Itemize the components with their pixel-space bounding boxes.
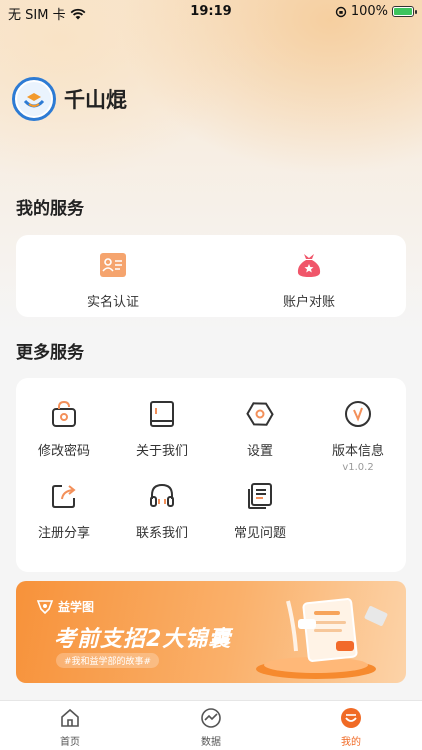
battery-percent: 100% — [350, 4, 388, 19]
document-list-icon — [248, 483, 272, 509]
service-label: 常见问题 — [233, 526, 286, 541]
service-version-info[interactable]: 版本信息 v1.0.2 — [298, 400, 418, 473]
service-label: 账户对账 — [282, 295, 335, 310]
tab-label: 我的 — [341, 737, 361, 748]
brand-logo-icon — [36, 600, 54, 615]
banner-brand: 益学图 — [58, 600, 95, 614]
service-account-reconcile[interactable]: 账户对账 — [249, 251, 369, 310]
service-label: 实名认证 — [86, 295, 139, 310]
version-number: v1.0.2 — [342, 462, 374, 473]
profile-smile-icon — [341, 708, 361, 728]
id-card-icon — [100, 253, 126, 277]
headset-icon — [150, 483, 174, 507]
more-services-title: 更多服务 — [16, 343, 84, 363]
banner-title: 考前支招2大锦囊 — [54, 627, 232, 652]
user-name: 千山焜 — [64, 88, 127, 112]
tab-mine[interactable]: 我的 — [311, 707, 391, 748]
tab-label: 首页 — [60, 737, 80, 748]
more-services-card: 修改密码 关于我们 设置 版本信息 v1.0.2 注册分享 联系我们 常见问题 — [16, 378, 406, 572]
chart-trend-icon — [201, 708, 221, 728]
banner-hashtag: #我和益学部的故事# — [56, 653, 160, 668]
status-indicators: 100% — [335, 4, 417, 19]
home-icon — [61, 708, 79, 727]
lock-icon — [52, 400, 76, 427]
my-services-title: 我的服务 — [16, 199, 84, 219]
share-icon — [52, 485, 76, 508]
tab-home[interactable]: 首页 — [30, 707, 110, 748]
book-icon — [150, 401, 174, 427]
logo-emblem-icon — [17, 82, 51, 116]
version-check-icon — [345, 401, 371, 427]
my-services-card: 实名认证 账户对账 — [16, 235, 406, 317]
status-bar: 无 SIM 卡 19:19 100% — [0, 0, 422, 24]
battery-icon — [392, 6, 417, 17]
money-bag-icon — [297, 254, 321, 277]
hexagon-settings-icon — [246, 402, 274, 426]
service-real-name-auth[interactable]: 实名认证 — [53, 251, 173, 310]
bottom-tab-bar: 首页 数据 我的 — [0, 700, 422, 750]
orientation-lock-icon — [335, 6, 347, 17]
profile-header[interactable]: 千山焜 — [12, 77, 127, 121]
banner-illustration — [256, 598, 388, 679]
avatar — [12, 77, 56, 121]
service-label: 版本信息 — [331, 444, 384, 459]
service-faq[interactable]: 常见问题 — [200, 482, 320, 541]
promo-banner[interactable]: 益学图 考前支招2大锦囊 #我和益学部的故事# — [16, 581, 406, 683]
tab-data[interactable]: 数据 — [171, 707, 251, 748]
tab-label: 数据 — [201, 737, 221, 748]
